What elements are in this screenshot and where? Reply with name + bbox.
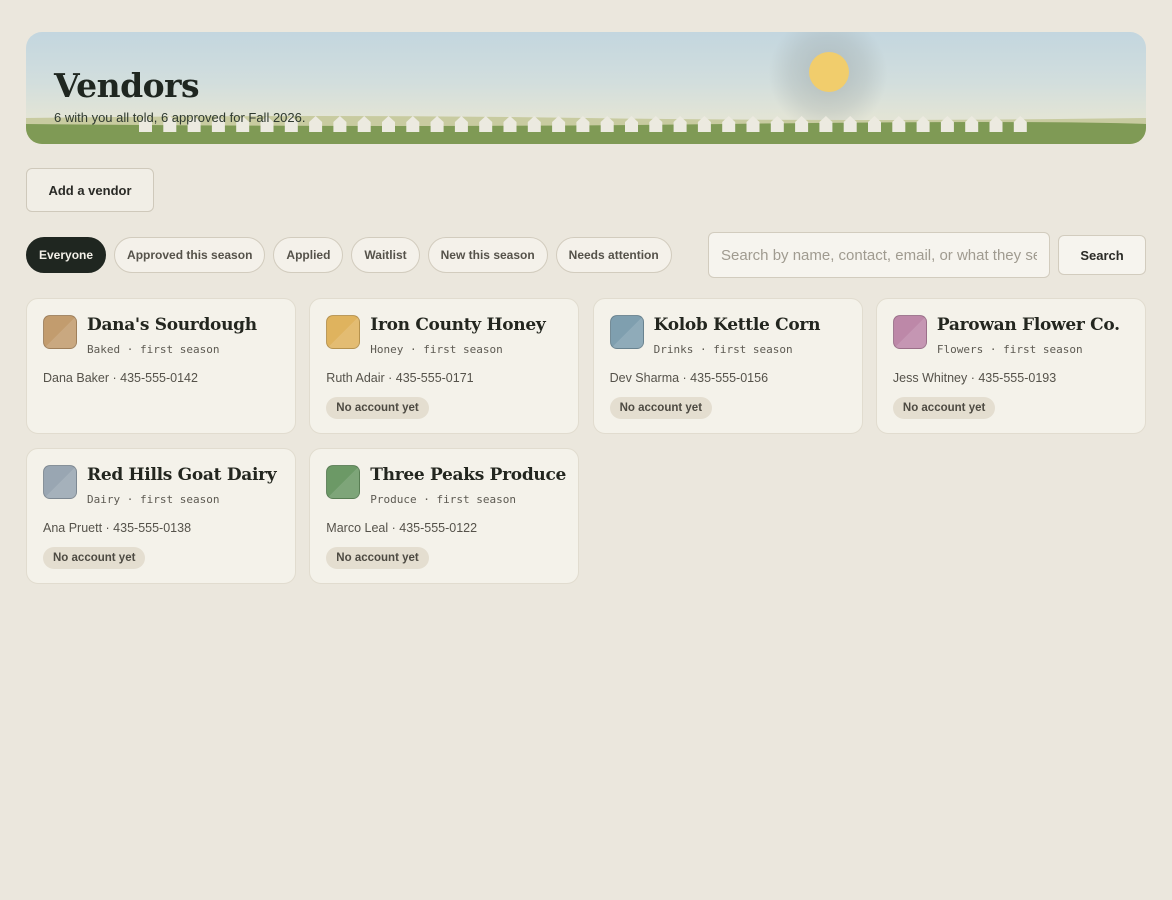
add-vendor-button[interactable]: Add a vendor xyxy=(26,168,154,212)
status-badge: No account yet xyxy=(326,397,429,419)
page-title: Vendors xyxy=(54,66,200,105)
header-banner: Vendors 6 with you all told, 6 approved … xyxy=(26,32,1146,144)
vendor-category: Drinks · first season xyxy=(653,343,793,356)
sun-icon xyxy=(809,52,849,92)
fence-picket xyxy=(916,116,930,132)
fence-picket xyxy=(868,116,881,132)
vendor-name: Dana's Sourdough xyxy=(87,315,257,335)
vendor-contact: Dana Baker · 435-555-0142 xyxy=(43,371,198,385)
search-button[interactable]: Search xyxy=(1058,235,1146,275)
vendor-category: Produce · first season xyxy=(370,493,516,506)
status-badge: No account yet xyxy=(609,397,713,419)
vendor-card[interactable]: Parowan Flower Co. Flowers · first season… xyxy=(875,298,1146,434)
search-input[interactable] xyxy=(708,232,1050,278)
vendor-card[interactable]: Iron County Honey Honey · first season Rut… xyxy=(309,298,580,434)
status-badge: No account yet xyxy=(892,397,996,419)
fence-picket xyxy=(770,116,784,132)
fence-picket xyxy=(673,116,687,132)
vendor-category: Dairy · first season xyxy=(87,493,220,506)
fence-picket xyxy=(819,116,833,132)
vendor-grid: Dana's Sourdough Baked · first season Dana… xyxy=(26,298,1146,584)
vendor-name: Iron County Honey xyxy=(370,315,546,335)
filter-chip-new-this-season[interactable]: New this season xyxy=(427,237,548,273)
fence-picket xyxy=(1013,116,1027,132)
vendor-color-swatch xyxy=(43,465,77,499)
vendor-contact: Dev Sharma · 435-555-0156 xyxy=(609,371,769,385)
fence-picket xyxy=(795,116,809,132)
vendor-color-swatch xyxy=(609,315,644,349)
filter-chip-approved-this-season[interactable]: Approved this season xyxy=(114,237,266,273)
status-badge: No account yet xyxy=(43,547,146,569)
filter-chips: Everyone Approved this season Applied Waitl… xyxy=(26,237,672,273)
vendor-card[interactable]: Three Peaks Produce Produce · first seaso… xyxy=(309,448,580,584)
fence-picket xyxy=(722,116,736,132)
vendor-name: Three Peaks Produce xyxy=(370,465,567,485)
vendor-color-swatch xyxy=(326,315,361,349)
vendor-name: Parowan Flower Co. xyxy=(936,315,1120,335)
fence-picket xyxy=(746,116,760,132)
filter-chip-needs-attention[interactable]: Needs attention xyxy=(555,237,672,273)
vendor-contact: Marco Leal · 435-555-0122 xyxy=(326,521,478,535)
vendor-category: Flowers · first season xyxy=(936,343,1083,356)
vendor-name: Kolob Kettle Corn xyxy=(653,315,821,335)
vendor-card[interactable]: Kolob Kettle Corn Drinks · first season De… xyxy=(592,298,863,434)
fence-picket xyxy=(965,116,979,132)
vendor-card[interactable]: Red Hills Goat Dairy Dairy · first season… xyxy=(26,448,296,584)
filter-chip-waitlist[interactable]: Waitlist xyxy=(351,237,420,273)
vendor-category: Honey · first season xyxy=(370,343,503,356)
filter-chip-applied[interactable]: Applied xyxy=(273,237,344,273)
vendor-category: Baked · first season xyxy=(87,343,220,356)
fence-picket xyxy=(892,116,906,132)
fence-picket xyxy=(625,116,638,132)
vendor-contact: Ana Pruett · 435-555-0138 xyxy=(43,521,192,535)
fence-picket xyxy=(697,116,711,132)
fence-picket xyxy=(989,116,1003,132)
page-subtitle: 6 with you all told, 6 approved for Fall… xyxy=(54,110,306,125)
fence-picket xyxy=(843,116,857,132)
vendor-contact: Jess Whitney · 435-555-0193 xyxy=(892,371,1057,385)
vendor-contact: Ruth Adair · 435-555-0171 xyxy=(326,371,474,385)
vendor-color-swatch xyxy=(892,315,927,349)
filter-chip-everyone[interactable]: Everyone xyxy=(26,237,107,273)
vendor-color-swatch xyxy=(43,315,77,349)
vendor-name: Red Hills Goat Dairy xyxy=(87,465,277,485)
vendor-color-swatch xyxy=(326,465,361,499)
fence-picket xyxy=(649,116,663,132)
vendor-card[interactable]: Dana's Sourdough Baked · first season Dana… xyxy=(26,298,296,434)
fence-picket xyxy=(940,116,954,132)
status-badge: No account yet xyxy=(326,547,429,569)
